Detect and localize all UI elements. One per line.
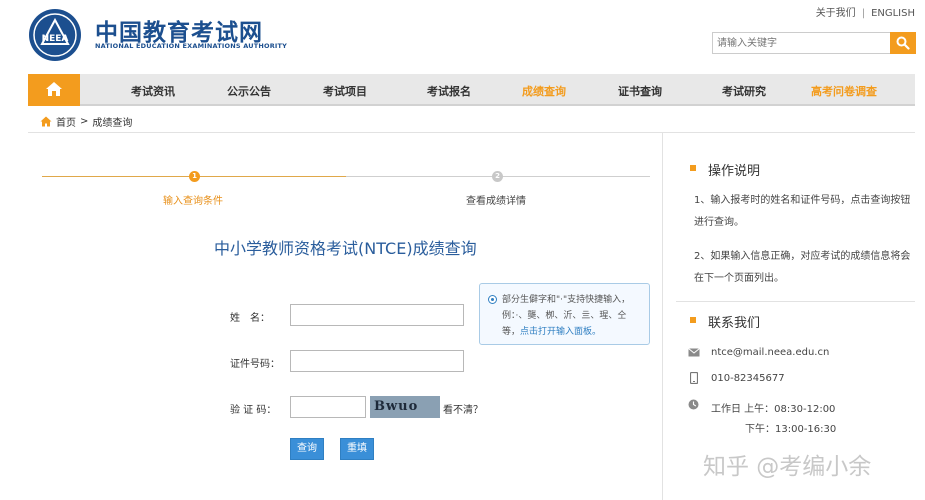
hint-radio-icon xyxy=(488,295,497,304)
id-number-input[interactable] xyxy=(290,350,464,372)
search-button[interactable] xyxy=(890,32,916,54)
refresh-captcha-link[interactable]: 看不清？ xyxy=(443,401,483,416)
top-links: 关于我们 | ENGLISH xyxy=(816,4,915,19)
step-2-indicator: 2 xyxy=(492,171,503,182)
rare-character-hint: 部分生僻字和"·"支持快捷输入，例：·、龑、栁、沂、亖、瑆、仝等，点击打开输入面… xyxy=(479,283,650,345)
step-1-label: 输入查询条件 xyxy=(163,196,223,207)
site-title-en: NATIONAL EDUCATION EXAMINATIONS AUTHORIT… xyxy=(95,42,288,50)
clock-icon xyxy=(688,399,699,410)
query-button[interactable]: 查询 xyxy=(290,438,324,460)
breadcrumb: 首页 > 成绩查询 xyxy=(40,114,132,129)
neea-logo-icon[interactable]: NEEA xyxy=(28,8,82,62)
nav-item-exam-research[interactable]: 考试研究 xyxy=(722,83,766,99)
nav-item-exam-news[interactable]: 考试资讯 xyxy=(131,83,175,99)
home-small-icon xyxy=(40,116,52,127)
breadcrumb-home[interactable]: 首页 xyxy=(56,114,76,129)
breadcrumb-current: 成绩查询 xyxy=(92,118,133,129)
instruction-2: 2、如果输入信息正确，对应考试的成绩信息将会在下一个页面列出。 xyxy=(694,251,911,284)
nav-item-announcements[interactable]: 公示公告 xyxy=(227,83,271,99)
search-input[interactable] xyxy=(712,32,890,54)
contact-bullet xyxy=(690,317,696,323)
site-header: NEEA 中国教育考试网 NATIONAL EDUCATION EXAMINAT… xyxy=(0,0,925,72)
name-input[interactable] xyxy=(290,304,464,326)
email-icon xyxy=(688,348,700,357)
contact-phone: 010-82345677 xyxy=(711,373,785,384)
english-link[interactable]: ENGLISH xyxy=(871,8,915,19)
logo-badge-text: NEEA xyxy=(42,34,69,44)
zhihu-watermark: 知乎 @考编小余 xyxy=(703,454,872,480)
nav-item-registration[interactable]: 考试报名 xyxy=(427,83,471,99)
nav-item-gaokao-survey[interactable]: 高考问卷调查 xyxy=(811,83,877,99)
step-2-label: 查看成绩详情 xyxy=(466,196,526,207)
breadcrumb-divider xyxy=(28,132,915,133)
open-input-panel-link[interactable]: 点击打开输入面板。 xyxy=(520,327,601,337)
breadcrumb-separator: > xyxy=(80,116,89,127)
main-nav: 考试资讯 公示公告 考试项目 考试报名 成绩查询 证书查询 考试研究 高考问卷调… xyxy=(28,74,915,106)
instructions-title: 操作说明 xyxy=(708,164,761,179)
step-1-indicator: 1 xyxy=(189,171,200,182)
contact-title: 联系我们 xyxy=(708,316,761,331)
reset-button[interactable]: 重填 xyxy=(340,438,374,460)
about-link[interactable]: 关于我们 xyxy=(816,8,856,19)
hint-text: 部分生僻字和"·"支持快捷输入，例：·、龑、栁、沂、亖、瑆、仝等，点击打开输入面… xyxy=(502,292,642,340)
name-label: 姓 名： xyxy=(230,313,270,324)
search-icon xyxy=(896,36,910,50)
phone-icon xyxy=(690,372,698,384)
home-icon xyxy=(46,82,62,96)
nav-home[interactable] xyxy=(28,74,80,106)
contact-email[interactable]: ntce@mail.neea.edu.cn xyxy=(711,347,829,358)
nav-item-score-query[interactable]: 成绩查询 xyxy=(522,83,566,99)
top-links-separator: | xyxy=(861,8,866,19)
captcha-image-text: Bwuo xyxy=(374,399,419,414)
captcha-input[interactable] xyxy=(290,396,366,418)
panel-divider xyxy=(676,301,915,302)
nav-item-exam-projects[interactable]: 考试项目 xyxy=(323,83,367,99)
instruction-1: 1、输入报考时的姓名和证件号码，点击查询按钮进行查询。 xyxy=(694,195,911,228)
nav-item-certificate-query[interactable]: 证书查询 xyxy=(618,83,662,99)
instructions-bullet xyxy=(690,165,696,171)
content-divider xyxy=(662,133,663,500)
form-title: 中小学教师资格考试(NTCE)成绩查询 xyxy=(214,239,477,258)
captcha-label: 验 证 码： xyxy=(230,405,277,416)
working-hours-morning: 工作日 上午：08:30-12:00 xyxy=(711,404,836,415)
id-number-label: 证件号码： xyxy=(230,359,280,370)
working-hours-afternoon: 下午：13:00-16:30 xyxy=(745,424,837,435)
